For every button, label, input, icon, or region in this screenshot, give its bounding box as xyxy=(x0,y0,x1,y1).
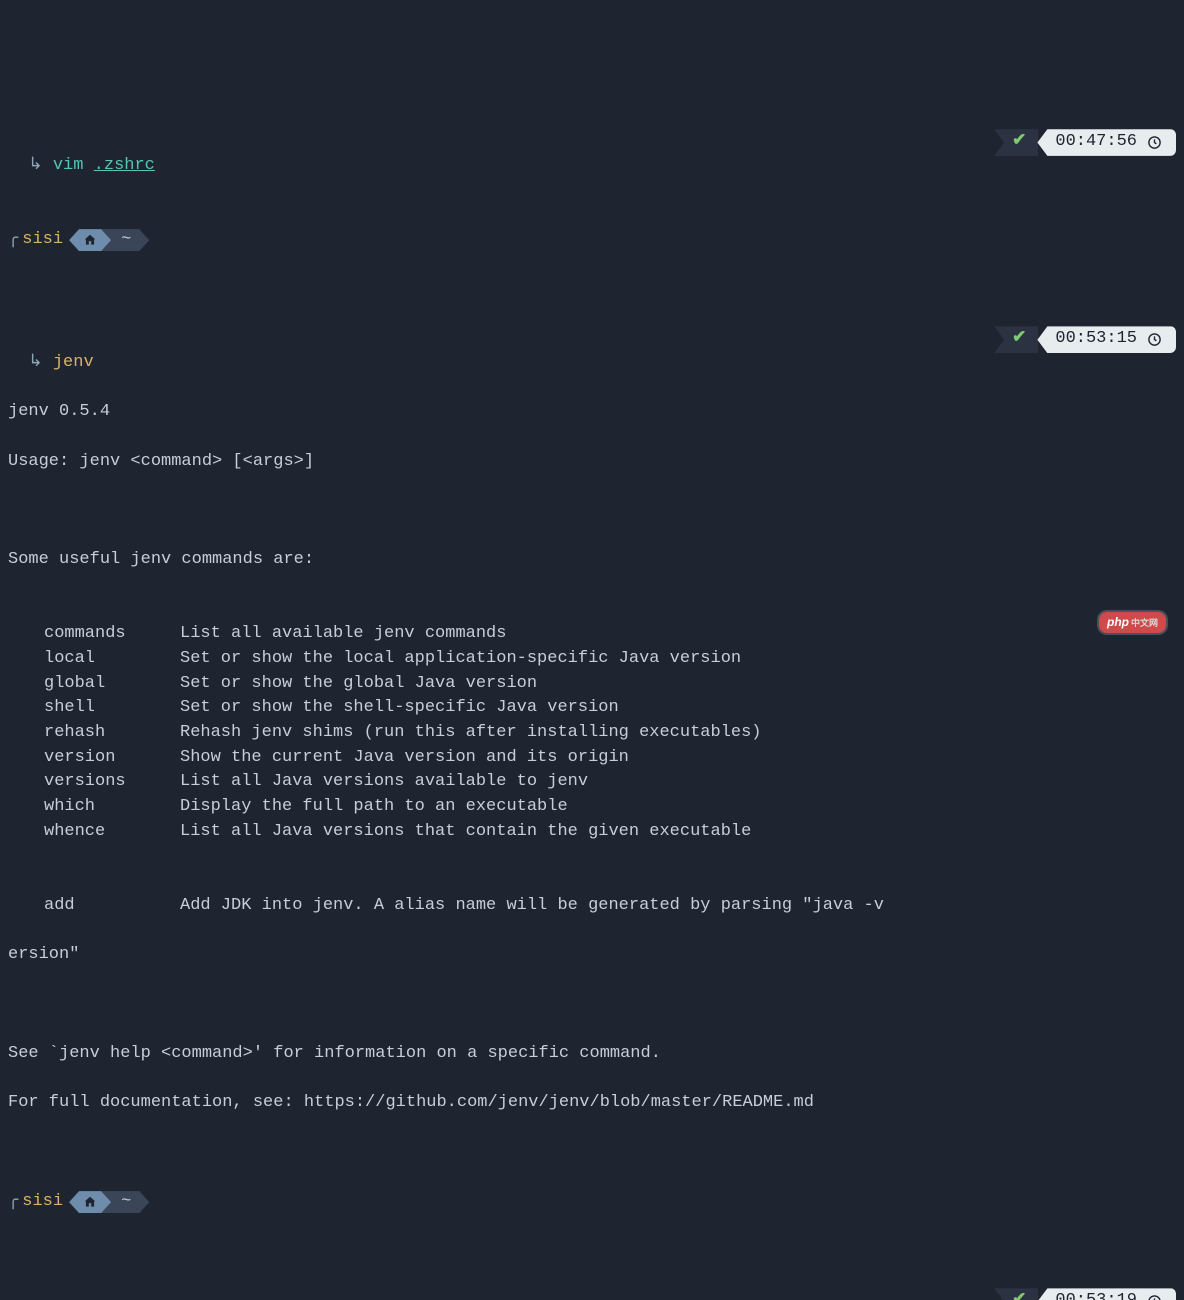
prompt-arrow: ↳ xyxy=(28,353,42,372)
status-bar-1: ✔ 00:47:56 xyxy=(994,129,1176,156)
cmd-desc: Show the current Java version and its or… xyxy=(180,748,629,767)
cmd-desc: Rehash jenv shims (run this after instal… xyxy=(180,723,762,742)
clock-icon xyxy=(1147,135,1162,150)
output-usage: Usage: jenv <command> [<args>] xyxy=(8,450,1184,475)
output-version: jenv 0.5.4 xyxy=(8,400,1184,425)
output-footer-2: For full documentation, see: https://git… xyxy=(8,1091,1184,1116)
cmd-desc: List all Java versions available to jenv xyxy=(180,772,588,791)
cmd-desc: Display the full path to an executable xyxy=(180,797,568,816)
output-cmd-row: shellSet or show the shell-specific Java… xyxy=(8,696,1184,721)
output-cmd-add-a: addAdd JDK into jenv. A alias name will … xyxy=(8,894,1184,919)
output-cmd-row: globalSet or show the global Java versio… xyxy=(8,672,1184,697)
cmd-name: shell xyxy=(44,696,180,721)
cmd-desc: Add JDK into jenv. A alias name will be … xyxy=(180,896,884,915)
time-text: 00:47:56 xyxy=(1055,130,1137,155)
cmd-name: global xyxy=(44,672,180,697)
check-icon: ✔ xyxy=(994,129,1038,156)
prompt-line-1[interactable]: ╭ sisi ~ xyxy=(8,228,1184,253)
command-name: vim xyxy=(53,156,84,175)
blank-line xyxy=(8,992,1184,1017)
cmd-desc: List all available jenv commands xyxy=(180,624,506,643)
output-cmd-row: localSet or show the local application-s… xyxy=(8,647,1184,672)
output-heading: Some useful jenv commands are: xyxy=(8,548,1184,573)
prompt-arrow: ↳ xyxy=(28,156,42,175)
cmd-desc: Set or show the shell-specific Java vers… xyxy=(180,698,619,717)
command-line-1: ↳ vim .zshrc ✔ 00:47:56 xyxy=(8,129,1184,154)
prompt-user: sisi xyxy=(22,228,63,253)
output-cmd-row: rehashRehash jenv shims (run this after … xyxy=(8,721,1184,746)
output-cmd-row: commandsList all available jenv commands xyxy=(8,622,1184,647)
prompt-user: sisi xyxy=(22,1190,63,1215)
output-footer-1: See `jenv help <command>' for informatio… xyxy=(8,1042,1184,1067)
time-text: 00:53:15 xyxy=(1055,327,1137,352)
cmd-name: rehash xyxy=(44,721,180,746)
prompt-glyph: ╭ xyxy=(8,228,18,253)
command-arg: .zshrc xyxy=(94,156,155,175)
cmd-desc: Set or show the global Java version xyxy=(180,674,537,693)
output-cmd-row: whenceList all Java versions that contai… xyxy=(8,820,1184,845)
status-bar-3: ✔ 00:53:19 xyxy=(994,1288,1176,1300)
cmd-name: versions xyxy=(44,770,180,795)
clock-icon xyxy=(1147,1294,1162,1300)
cursor-line[interactable]: ↳ ✔ 00:53:19 xyxy=(8,1288,1184,1300)
cmd-desc: Set or show the local application-specif… xyxy=(180,649,741,668)
output-cmd-row: versionsList all Java versions available… xyxy=(8,770,1184,795)
output-cmd-row: whichDisplay the full path to an executa… xyxy=(8,795,1184,820)
blank-line xyxy=(8,499,1184,524)
command-line-2: ↳ jenv ✔ 00:53:15 xyxy=(8,326,1184,351)
output-cmd-row: versionShow the current Java version and… xyxy=(8,746,1184,771)
cmd-name: version xyxy=(44,746,180,771)
time-segment: 00:53:15 xyxy=(1037,326,1176,353)
command-name: jenv xyxy=(53,353,94,372)
cmd-name: local xyxy=(44,647,180,672)
php-badge: php中文网 xyxy=(1099,612,1166,633)
cmd-name: commands xyxy=(44,622,180,647)
time-text: 00:53:19 xyxy=(1055,1289,1137,1300)
check-icon: ✔ xyxy=(994,1288,1038,1300)
time-segment: 00:47:56 xyxy=(1037,129,1176,156)
clock-icon xyxy=(1147,332,1162,347)
prompt-line-2[interactable]: ╭ sisi ~ xyxy=(8,1190,1184,1215)
status-bar-2: ✔ 00:53:15 xyxy=(994,326,1176,353)
cmd-name: whence xyxy=(44,820,180,845)
cmd-name: which xyxy=(44,795,180,820)
cmd-name: add xyxy=(44,894,180,919)
time-segment: 00:53:19 xyxy=(1037,1288,1176,1300)
output-cmd-add-b: ersion" xyxy=(8,943,1184,968)
cmd-desc: List all Java versions that contain the … xyxy=(180,822,751,841)
check-icon: ✔ xyxy=(994,326,1038,353)
prompt-glyph: ╭ xyxy=(8,1190,18,1215)
